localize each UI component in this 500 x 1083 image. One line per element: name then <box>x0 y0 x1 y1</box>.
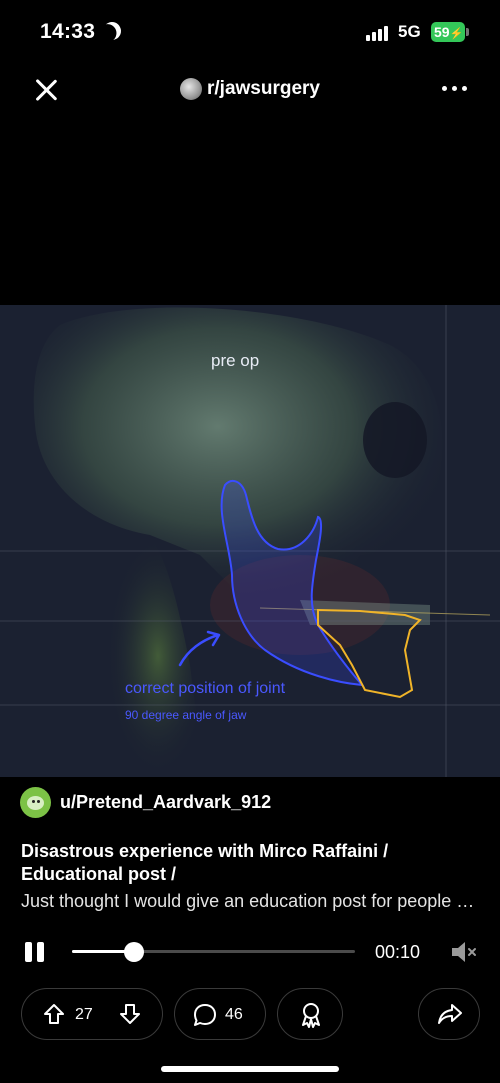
network-type: 5G <box>398 22 421 41</box>
downvote-icon[interactable] <box>118 1002 142 1026</box>
video-player[interactable]: pre op correct position of joint 90 degr… <box>0 305 500 777</box>
vote-count: 27 <box>75 1006 93 1023</box>
progress-knob[interactable] <box>124 942 145 962</box>
xray-image <box>0 305 500 777</box>
author-avatar[interactable] <box>20 787 51 818</box>
upvote-icon[interactable] <box>42 1002 66 1026</box>
subreddit-name[interactable]: r/jawsurgery <box>207 78 320 100</box>
home-indicator <box>161 1066 339 1072</box>
battery-icon: 59⚡ <box>431 22 465 42</box>
more-options-button[interactable] <box>440 84 470 94</box>
share-button[interactable] <box>418 988 480 1040</box>
award-button[interactable] <box>277 988 343 1040</box>
signal-icon <box>366 24 392 41</box>
battery-tip <box>466 28 469 36</box>
status-time: 14:33 <box>40 20 96 43</box>
comments-button[interactable]: 46 <box>174 988 266 1040</box>
comment-count: 46 <box>225 1006 243 1023</box>
battery-level: 59 <box>434 24 450 40</box>
moon-icon <box>100 19 124 43</box>
comment-icon <box>194 1004 216 1026</box>
subreddit-avatar[interactable] <box>180 78 202 100</box>
share-icon <box>438 1004 462 1024</box>
muted-speaker-icon <box>452 942 476 962</box>
award-icon <box>302 1003 320 1028</box>
vote-pill: 27 <box>21 988 163 1040</box>
status-bar: 14:33 5G 59⚡ <box>0 0 500 64</box>
progress-bar[interactable] <box>72 942 355 962</box>
author-name[interactable]: u/Pretend_Aardvark_912 <box>60 792 271 813</box>
post-header: r/jawsurgery <box>0 64 500 114</box>
pause-button[interactable] <box>25 942 47 962</box>
caption-joint: correct position of joint <box>125 680 286 697</box>
caption-pre-op: pre op <box>211 351 260 370</box>
time-elapsed: 00:10 <box>375 942 421 962</box>
post-title[interactable]: Disastrous experience with Mirco Raffain… <box>21 840 481 886</box>
caption-angle: 90 degree angle of jaw <box>125 708 247 722</box>
mute-button[interactable] <box>450 940 480 964</box>
close-button[interactable] <box>30 74 62 106</box>
post-body-preview[interactable]: Just thought I would give an education p… <box>21 891 481 912</box>
